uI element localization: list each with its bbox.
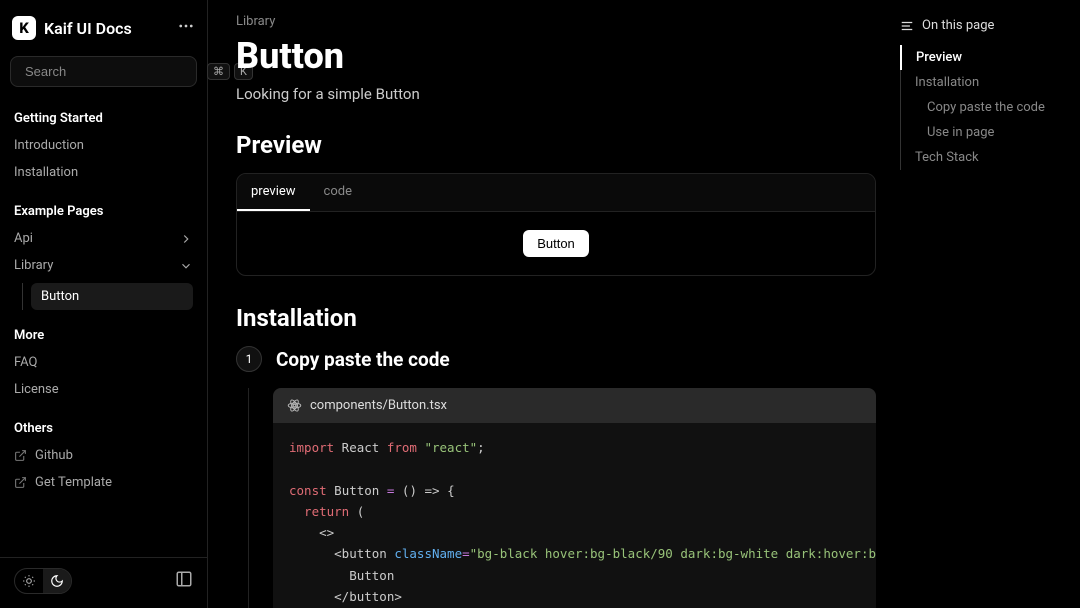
nav-api[interactable]: Api [14, 225, 193, 252]
nav-library-children: Button [22, 283, 193, 310]
preview-tabs: preview code [237, 174, 875, 212]
page-title: Button [236, 35, 876, 77]
tab-preview[interactable]: preview [237, 174, 310, 211]
code-header: components/Button.tsx [273, 388, 876, 423]
toc-copy-paste[interactable]: Copy paste the code [900, 95, 1080, 120]
demo-button[interactable]: Button [523, 230, 589, 257]
search-field[interactable] [25, 64, 201, 79]
nav-more: More FAQ License [0, 314, 207, 407]
chevron-right-icon [179, 232, 193, 246]
nav-heading: Getting Started [14, 105, 193, 132]
nav-heading: Others [14, 415, 193, 442]
panel-icon [175, 570, 193, 588]
nav-faq[interactable]: FAQ [14, 349, 193, 376]
nav-heading: More [14, 322, 193, 349]
step-1-content: components/Button.tsx import React from … [248, 388, 876, 608]
search-input[interactable]: ⌘ K [10, 56, 197, 87]
sidebar: K Kaif UI Docs ⌘ K Getting Started Intro… [0, 0, 208, 608]
nav-example-pages: Example Pages Api Library Button [0, 190, 207, 314]
nav-others: Others Github Get Template [0, 407, 207, 500]
theme-dark-button[interactable] [43, 569, 71, 593]
preview-heading: Preview [236, 131, 876, 159]
chevron-down-icon [179, 259, 193, 273]
toc-use-in-page[interactable]: Use in page [900, 120, 1080, 145]
toc-tech-stack[interactable]: Tech Stack [900, 145, 1080, 170]
preview-card: preview code Button [236, 173, 876, 276]
toc: On this page Preview Installation Copy p… [900, 14, 1080, 594]
installation-heading: Installation [236, 304, 876, 332]
main: Library Button Looking for a simple Butt… [208, 0, 1080, 608]
toc-preview[interactable]: Preview [900, 45, 1080, 70]
more-icon[interactable] [177, 17, 195, 39]
nav-button[interactable]: Button [31, 283, 193, 310]
code-body: import React from "react"; const Button … [273, 423, 876, 608]
code-block: components/Button.tsx import React from … [273, 388, 876, 608]
breadcrumb: Library [236, 14, 876, 29]
external-link-icon [14, 449, 27, 462]
toc-list: Preview Installation Copy paste the code… [900, 45, 1080, 170]
logo-text: Kaif UI Docs [44, 19, 132, 38]
nav-get-template[interactable]: Get Template [14, 469, 193, 496]
toc-installation[interactable]: Installation [900, 70, 1080, 95]
list-icon [900, 19, 914, 33]
theme-toggle [14, 568, 72, 594]
nav-library[interactable]: Library [14, 252, 193, 279]
nav-installation[interactable]: Installation [14, 159, 193, 186]
content: Library Button Looking for a simple Butt… [236, 14, 876, 594]
external-link-icon [14, 476, 27, 489]
panel-toggle-button[interactable] [175, 570, 193, 592]
page-subtitle: Looking for a simple Button [236, 85, 876, 103]
tab-code[interactable]: code [310, 174, 366, 211]
moon-icon [50, 574, 64, 588]
code-filename: components/Button.tsx [310, 398, 447, 413]
nav-introduction[interactable]: Introduction [14, 132, 193, 159]
step-1-header: 1 Copy paste the code [236, 346, 876, 372]
nav-heading: Example Pages [14, 198, 193, 225]
react-icon [287, 398, 302, 413]
sun-icon [22, 574, 36, 588]
step-number: 1 [236, 346, 262, 372]
nav-license[interactable]: License [14, 376, 193, 403]
nav-getting-started: Getting Started Introduction Installatio… [0, 97, 207, 190]
sidebar-footer [0, 557, 207, 596]
logo-icon: K [12, 16, 36, 40]
logo[interactable]: K Kaif UI Docs [12, 16, 132, 40]
theme-light-button[interactable] [15, 569, 43, 593]
toc-header: On this page [900, 18, 1080, 33]
step-title: Copy paste the code [276, 348, 450, 371]
preview-body: Button [237, 212, 875, 275]
nav-github[interactable]: Github [14, 442, 193, 469]
sidebar-header: K Kaif UI Docs [0, 12, 207, 52]
